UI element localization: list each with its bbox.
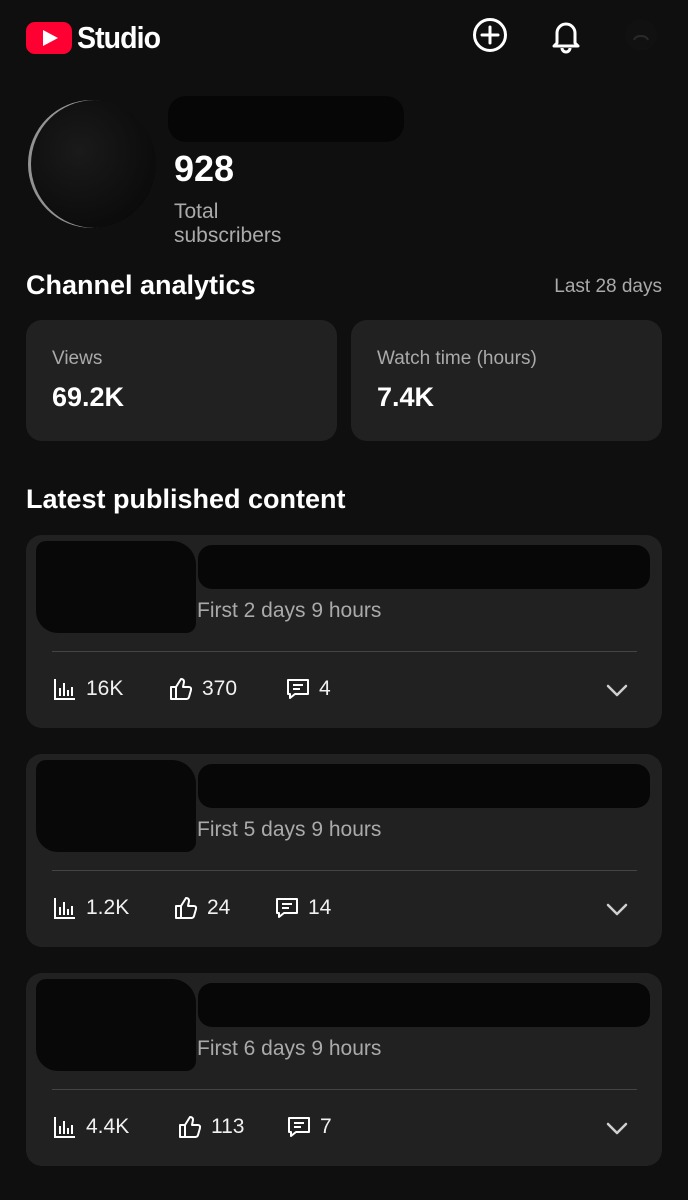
studio-logo[interactable]: Studio <box>26 20 167 56</box>
comments-stat: 4 <box>285 673 331 705</box>
likes-stat: 370 <box>168 673 237 705</box>
watch-time-value: 7.4K <box>377 382 435 412</box>
comment-icon <box>287 679 309 699</box>
chevron-down-icon[interactable] <box>604 1115 630 1141</box>
views-value: 69.2K <box>52 382 125 412</box>
video-title-redacted <box>198 983 650 1027</box>
likes-stat: 113 <box>177 1111 244 1143</box>
video-title-redacted <box>198 545 650 589</box>
duration-label: First 6 days 9 hours <box>197 1037 382 1060</box>
divider <box>52 651 637 652</box>
likes-stat: 24 <box>173 892 230 924</box>
create-icon[interactable] <box>471 16 509 54</box>
bar-chart-icon <box>54 679 75 700</box>
content-card[interactable]: First 6 days 9 hours 4.4K 113 7 <box>26 973 662 1166</box>
duration-label: First 5 days 9 hours <box>197 818 382 841</box>
comments-stat: 7 <box>286 1111 332 1143</box>
views-count: 4.4K <box>86 1115 130 1138</box>
video-title-redacted <box>198 764 650 808</box>
likes-count: 113 <box>211 1115 245 1138</box>
thumbs-up-icon <box>170 678 193 700</box>
views-count: 16K <box>86 677 124 700</box>
notifications-icon[interactable] <box>547 16 585 54</box>
channel-name-redacted <box>168 96 404 142</box>
comments-stat: 14 <box>274 892 331 924</box>
subscriber-label: Total subscribers <box>174 200 282 247</box>
channel-avatar[interactable] <box>28 100 156 228</box>
latest-content-title: Latest published content <box>26 484 346 514</box>
bar-chart-icon <box>54 898 75 919</box>
bar-chart-icon <box>54 1117 75 1138</box>
analytics-title: Channel analytics <box>26 270 256 300</box>
likes-count: 370 <box>202 677 238 700</box>
views-stat: 1.2K <box>52 892 129 924</box>
views-stat: 4.4K <box>52 1111 129 1143</box>
video-thumbnail-redacted[interactable] <box>36 760 196 852</box>
watch-time-card[interactable]: Watch time (hours) 7.4K <box>351 320 662 441</box>
thumbs-up-icon <box>175 897 198 919</box>
video-thumbnail-redacted[interactable] <box>36 979 196 1071</box>
thumbs-up-icon <box>179 1116 202 1138</box>
views-stat: 16K <box>52 673 123 705</box>
views-card[interactable]: Views 69.2K <box>26 320 337 441</box>
top-bar: Studio <box>0 0 688 76</box>
comment-icon <box>276 898 298 918</box>
logo-text: Studio <box>77 20 161 55</box>
comments-count: 7 <box>320 1115 332 1138</box>
chevron-down-icon[interactable] <box>604 896 630 922</box>
subscriber-count: 928 <box>174 148 235 189</box>
youtube-play-icon <box>26 22 72 54</box>
content-card[interactable]: First 2 days 9 hours 16K 370 4 <box>26 535 662 728</box>
account-avatar[interactable] <box>622 16 660 54</box>
analytics-period: Last 28 days <box>554 276 662 297</box>
views-count: 1.2K <box>86 896 130 919</box>
comments-count: 14 <box>308 896 332 919</box>
duration-label: First 2 days 9 hours <box>197 599 382 622</box>
comment-icon <box>288 1117 310 1137</box>
comments-count: 4 <box>319 677 331 700</box>
chevron-down-icon[interactable] <box>604 677 630 703</box>
content-card[interactable]: First 5 days 9 hours 1.2K 24 14 <box>26 754 662 947</box>
divider <box>52 1089 637 1090</box>
video-thumbnail-redacted[interactable] <box>36 541 196 633</box>
views-label: Views <box>52 348 103 369</box>
likes-count: 24 <box>207 896 231 919</box>
divider <box>52 870 637 871</box>
watch-time-label: Watch time (hours) <box>377 348 537 369</box>
